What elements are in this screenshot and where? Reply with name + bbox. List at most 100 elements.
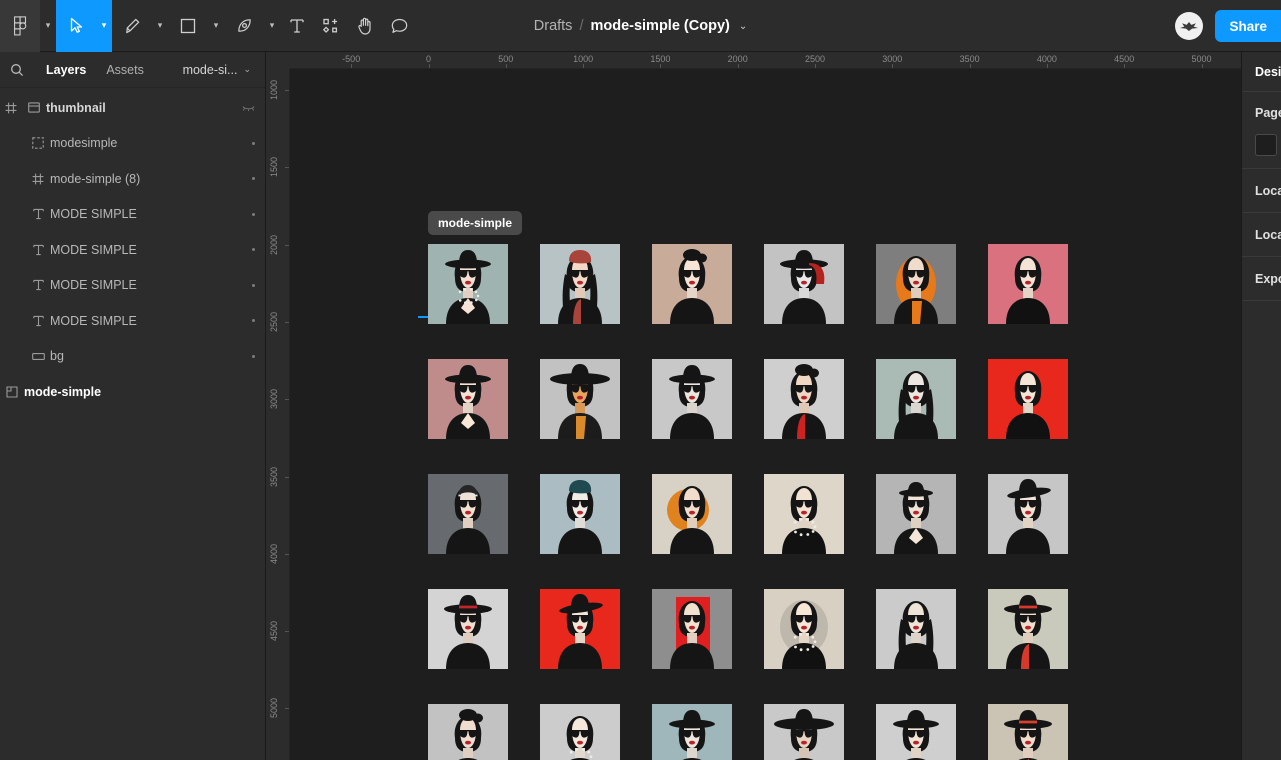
ruler-tick: [285, 631, 289, 633]
comment-tool-icon[interactable]: [382, 0, 416, 52]
thumbnail-image[interactable]: [540, 244, 620, 324]
breadcrumb-project[interactable]: Drafts: [534, 18, 573, 34]
search-icon[interactable]: [10, 63, 36, 77]
ruler-tick: [285, 708, 289, 710]
chevron-down-icon[interactable]: ⌄: [739, 21, 747, 32]
layer-row[interactable]: mode-simple: [0, 374, 265, 410]
thumbnail-cell: [652, 359, 764, 474]
layer-row[interactable]: mode-simple (8): [0, 161, 265, 197]
figma-menu-icon[interactable]: [0, 0, 40, 52]
thumbnail-image[interactable]: [652, 589, 732, 669]
thumbnail-image[interactable]: [540, 589, 620, 669]
thumbnail-image[interactable]: [652, 244, 732, 324]
thumbnail-image[interactable]: [540, 359, 620, 439]
design-canvas[interactable]: mode-simple: [290, 69, 1281, 760]
thumbnail-image[interactable]: [988, 359, 1068, 439]
tab-design[interactable]: Design: [1255, 65, 1281, 79]
local-styles-section[interactable]: Local styles: [1242, 169, 1281, 213]
layer-row[interactable]: bg: [0, 339, 265, 375]
export-section[interactable]: Export: [1242, 257, 1281, 301]
layer-visibility-dot[interactable]: [252, 248, 255, 252]
text-icon: [26, 208, 50, 220]
text-icon: [26, 244, 50, 256]
thumbnail-image[interactable]: [652, 359, 732, 439]
thumbnail-image[interactable]: [764, 704, 844, 760]
layer-row[interactable]: MODE SIMPLE: [0, 268, 265, 304]
thumbnail-image[interactable]: [652, 474, 732, 554]
pen-tool-caret-icon[interactable]: ▾: [152, 0, 168, 52]
thumbnail-image[interactable]: [428, 244, 508, 324]
layer-row[interactable]: modesimple: [0, 126, 265, 162]
thumbnail-image[interactable]: [988, 704, 1068, 760]
frame-label[interactable]: mode-simple: [428, 211, 523, 235]
tab-layers[interactable]: Layers: [36, 52, 96, 88]
shape-tool-icon[interactable]: [224, 0, 264, 52]
tool-group: ▾ ▾ ▾ ▾ ▾: [0, 0, 416, 52]
move-tool-caret-icon[interactable]: ▾: [96, 0, 112, 52]
layer-row[interactable]: thumbnail: [0, 90, 265, 126]
layer-row[interactable]: MODE SIMPLE: [0, 303, 265, 339]
pen-tool-icon[interactable]: [112, 0, 152, 52]
layer-visibility-dot[interactable]: [252, 141, 255, 145]
thumbnail-image[interactable]: [876, 244, 956, 324]
vertical-ruler[interactable]: 1000 1500 2000 2500 3000 3500 4000 4500 5000: [266, 52, 290, 760]
page-color-swatch[interactable]: [1255, 134, 1277, 156]
frame-tool-icon[interactable]: [168, 0, 208, 52]
thumbnail-image[interactable]: [988, 589, 1068, 669]
local-components-title: Local components: [1255, 227, 1281, 242]
ruler-tick-label: 1500: [650, 54, 671, 64]
horizontal-ruler[interactable]: -500 0 500 1000 1500 2000 2500 3000 3500 4000 4500…: [290, 52, 1281, 69]
thumbnail-image[interactable]: [988, 474, 1068, 554]
page-selector[interactable]: mode-si... ⌄: [183, 63, 255, 77]
thumbnail-image[interactable]: [876, 359, 956, 439]
frame-tool-caret-icon[interactable]: ▾: [208, 0, 224, 52]
components-tool-icon[interactable]: [314, 0, 348, 52]
figma-menu-caret-icon[interactable]: ▾: [40, 0, 56, 52]
layer-visibility-dot[interactable]: [252, 319, 255, 323]
layers-list: thumbnail modesimple mode-simple (8) MODE S…: [0, 88, 265, 410]
avatar[interactable]: [1175, 12, 1204, 40]
thumbnail-cell: [876, 359, 988, 474]
thumbnail-image[interactable]: [764, 474, 844, 554]
hand-tool-icon[interactable]: [348, 0, 382, 52]
thumbnail-image[interactable]: [764, 359, 844, 439]
tab-assets[interactable]: Assets: [96, 52, 154, 88]
thumbnail-image[interactable]: [764, 244, 844, 324]
layer-name: mode-simple: [24, 384, 102, 399]
layer-row[interactable]: MODE SIMPLE: [0, 232, 265, 268]
layer-name: MODE SIMPLE: [50, 278, 137, 293]
ruler-tick: [285, 553, 289, 555]
local-components-section[interactable]: Local components: [1242, 213, 1281, 257]
thumbnail-image[interactable]: [652, 704, 732, 760]
right-sidebar: Design Page Local styles Local component…: [1241, 52, 1281, 760]
figma-app-window: ▾ ▾ ▾ ▾ ▾ Drafts / mode-simple (Copy) ⌄ …: [0, 0, 1281, 760]
breadcrumb-file-name[interactable]: mode-simple (Copy): [590, 18, 729, 34]
thumbnail-image[interactable]: [764, 589, 844, 669]
top-toolbar: ▾ ▾ ▾ ▾ ▾ Drafts / mode-simple (Copy) ⌄ …: [0, 0, 1281, 52]
text-tool-icon[interactable]: [280, 0, 314, 52]
eye-closed-icon[interactable]: [242, 99, 255, 117]
ruler-tick-label: 1500: [269, 157, 279, 178]
thumbnail-image[interactable]: [428, 474, 508, 554]
thumbnail-image[interactable]: [428, 589, 508, 669]
layer-row[interactable]: MODE SIMPLE: [0, 197, 265, 233]
layer-visibility-dot[interactable]: [252, 212, 255, 216]
move-tool-icon[interactable]: [56, 0, 96, 52]
ruler-tick-label: 3500: [959, 54, 980, 64]
thumbnail-image[interactable]: [876, 474, 956, 554]
thumbnail-image[interactable]: [540, 474, 620, 554]
layer-name: MODE SIMPLE: [50, 313, 137, 328]
layer-name: bg: [50, 349, 64, 364]
share-button[interactable]: Share: [1215, 10, 1281, 42]
thumbnail-image[interactable]: [540, 704, 620, 760]
thumbnail-image[interactable]: [876, 704, 956, 760]
thumbnail-image[interactable]: [876, 589, 956, 669]
shape-tool-caret-icon[interactable]: ▾: [264, 0, 280, 52]
layer-visibility-dot[interactable]: [252, 283, 255, 287]
thumbnail-image[interactable]: [428, 359, 508, 439]
thumbnail-grid: [428, 244, 1100, 760]
layer-visibility-dot[interactable]: [252, 354, 255, 358]
thumbnail-image[interactable]: [988, 244, 1068, 324]
thumbnail-image[interactable]: [428, 704, 508, 760]
layer-visibility-dot[interactable]: [252, 177, 255, 181]
